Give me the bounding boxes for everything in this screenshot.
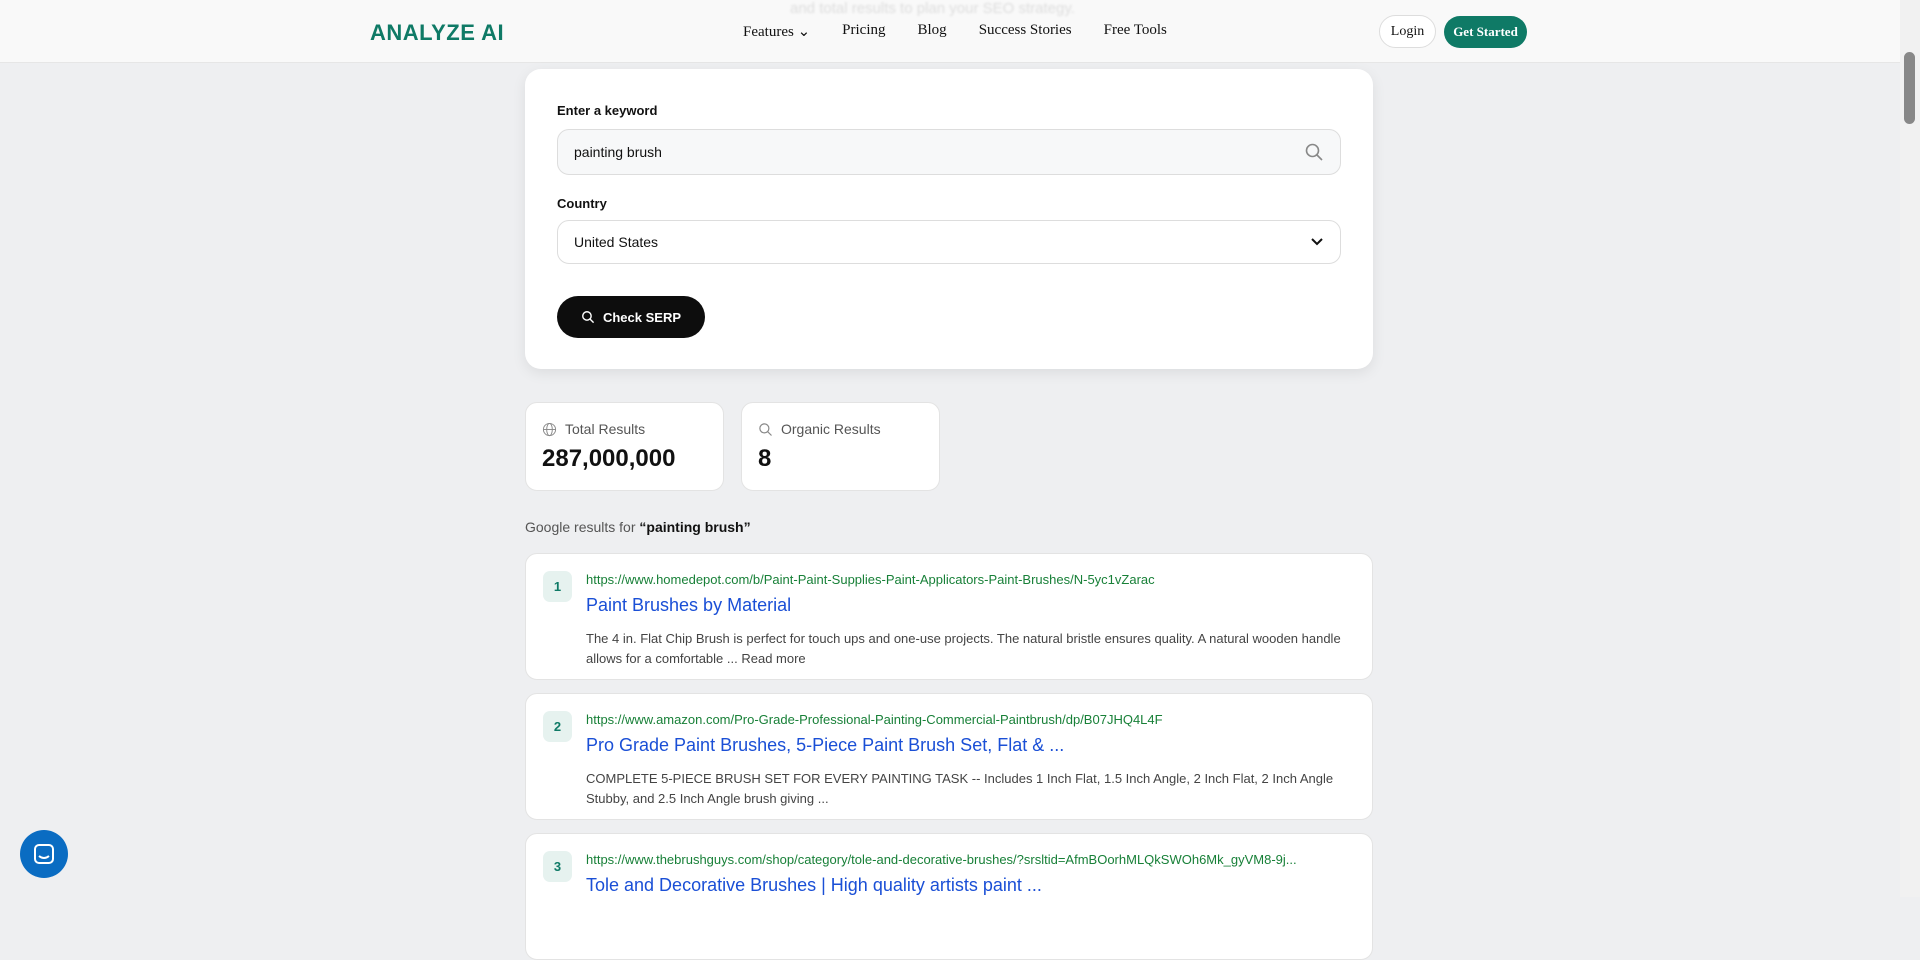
keyword-value: painting brush	[574, 144, 662, 160]
scrollbar-thumb[interactable]	[1904, 52, 1915, 124]
nav-success-stories[interactable]: Success Stories	[979, 22, 1072, 41]
nav-blog[interactable]: Blog	[918, 22, 947, 41]
top-nav: and total results to plan your SEO strat…	[0, 0, 1900, 63]
result-title[interactable]: Tole and Decorative Brushes | High quali…	[586, 875, 1042, 896]
chevron-down-icon: ⌄	[797, 24, 811, 40]
rank-badge: 3	[543, 851, 572, 882]
globe-icon	[542, 422, 557, 436]
chevron-down-icon	[1311, 238, 1323, 246]
result-title[interactable]: Paint Brushes by Material	[586, 595, 791, 616]
country-select[interactable]: United States	[557, 220, 1341, 264]
keyword-input[interactable]: painting brush	[557, 129, 1341, 175]
organic-results-card: Organic Results 8	[741, 402, 940, 491]
result-title[interactable]: Pro Grade Paint Brushes, 5-Piece Paint B…	[586, 735, 1064, 756]
keyword-label: Enter a keyword	[557, 103, 658, 118]
result-snippet: COMPLETE 5-PIECE BRUSH SET FOR EVERY PAI…	[586, 771, 1334, 806]
serp-form: Enter a keyword painting brush Country U…	[525, 69, 1373, 369]
rank-badge: 2	[543, 711, 572, 742]
check-serp-button[interactable]: Check SERP	[557, 296, 705, 338]
country-value: United States	[574, 234, 659, 250]
result-snippet: The 4 in. Flat Chip Brush is perfect for…	[586, 631, 1341, 666]
search-icon	[582, 311, 595, 324]
logo[interactable]: ANALYZE AI	[370, 20, 504, 46]
result-card: 1 https://www.homedepot.com/b/Paint-Pain…	[525, 553, 1373, 680]
login-button[interactable]: Login	[1379, 15, 1436, 48]
get-started-button[interactable]: Get Started	[1444, 16, 1527, 48]
hero-subtitle: and total results to plan your SEO strat…	[790, 0, 1075, 17]
result-card: 2 https://www.amazon.com/Pro-Grade-Profe…	[525, 693, 1373, 820]
results-heading: Google results for “painting brush”	[525, 519, 751, 535]
results-heading-prefix: Google results for	[525, 519, 636, 535]
nav-label: Features	[743, 24, 794, 40]
chat-launcher-button[interactable]	[20, 830, 68, 878]
nav-pricing[interactable]: Pricing	[842, 22, 885, 41]
stat-label: Total Results	[565, 421, 646, 437]
rank-badge: 1	[543, 571, 572, 602]
result-url[interactable]: https://www.amazon.com/Pro-Grade-Profess…	[586, 712, 1163, 727]
nav-features[interactable]: Features ⌄	[743, 22, 810, 41]
nav-free-tools[interactable]: Free Tools	[1104, 22, 1167, 41]
chat-icon	[34, 844, 54, 864]
scrollbar[interactable]	[1900, 0, 1920, 897]
country-label: Country	[557, 196, 607, 211]
results-heading-query: “painting brush”	[639, 519, 751, 535]
result-url[interactable]: https://www.homedepot.com/b/Paint-Paint-…	[586, 572, 1155, 587]
stat-value: 8	[758, 445, 772, 472]
stat-value: 287,000,000	[542, 445, 676, 472]
total-results-card: Total Results 287,000,000	[525, 402, 724, 491]
nav-menu: Features ⌄ Pricing Blog Success Stories …	[743, 22, 1167, 41]
result-url[interactable]: https://www.thebrushguys.com/shop/catego…	[586, 852, 1297, 867]
button-label: Check SERP	[602, 309, 682, 325]
search-icon	[759, 422, 772, 436]
search-icon	[1305, 143, 1323, 161]
stat-label: Organic Results	[781, 421, 881, 437]
